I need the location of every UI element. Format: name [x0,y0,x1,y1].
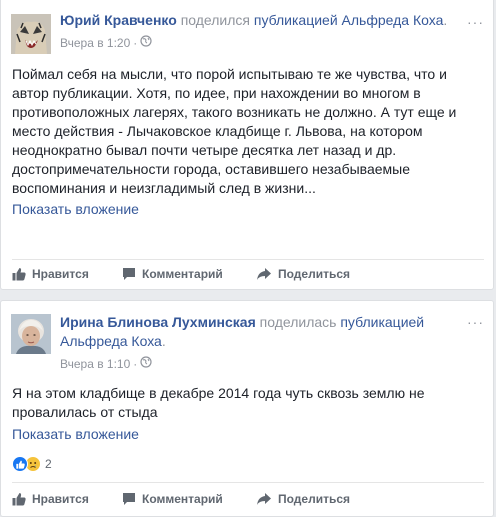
shared-post-link[interactable]: публикацией Альфреда Коха [254,12,444,28]
post-actions: Нравится Комментарий Поделиться [12,487,350,511]
post-meta: Вчера в 1:20 · [60,35,152,50]
post-header: Юрий Кравченко поделился публикацией Аль… [60,11,456,30]
share-button[interactable]: Поделиться [256,267,350,281]
like-button[interactable]: Нравится [12,492,122,506]
shared-link-line1: публикацией [340,314,425,330]
more-options-button[interactable]: ··· [467,314,484,330]
header-period: . [443,12,448,28]
comment-label: Комментарий [142,267,223,281]
like-label: Нравится [32,492,89,506]
comment-button[interactable]: Комментарий [122,492,256,506]
reaction-count: 2 [45,457,52,471]
share-action-text: поделился [180,12,250,28]
show-attachment-link[interactable]: Показать вложение [12,426,139,442]
thumbs-up-icon [12,267,26,281]
post-text: Поймал себя на мысли, что порой испытыва… [12,66,457,196]
post-text: Я на этом кладбище в декабре 2014 года ч… [12,385,425,420]
shared-link-line2: Альфреда Коха [60,333,162,349]
share-action-text: поделилась [259,314,337,330]
author-name[interactable]: Юрий Кравченко [60,12,177,28]
post-actions: Нравится Комментарий Поделиться [12,262,350,286]
meta-separator: · [133,35,138,50]
comment-button[interactable]: Комментарий [122,267,256,281]
share-label: Поделиться [278,267,351,281]
thumbs-up-icon [12,492,26,506]
comment-icon [122,492,136,506]
author-avatar[interactable] [11,314,51,354]
comment-icon [122,267,136,281]
actions-divider [12,482,484,483]
share-arrow-icon [256,267,272,281]
more-options-button[interactable]: ··· [467,14,484,30]
header-period: . [161,333,166,349]
post-header: Ирина Блинова Лухминская поделилась публ… [60,313,456,351]
comment-label: Комментарий [142,492,223,506]
share-button[interactable]: Поделиться [256,492,350,506]
author-avatar[interactable] [11,14,51,54]
actions-divider [12,259,484,260]
show-attachment-link[interactable]: Показать вложение [12,201,139,217]
author-name[interactable]: Ирина Блинова Лухминская [60,314,256,330]
globe-icon[interactable] [140,356,152,371]
globe-icon[interactable] [140,35,152,50]
post-meta: Вчера в 1:10 · [60,356,152,371]
share-arrow-icon [256,492,272,506]
meta-separator: · [133,356,138,371]
timestamp[interactable]: Вчера в 1:10 [60,357,130,371]
like-label: Нравится [32,267,89,281]
like-reaction-icon [12,456,28,472]
share-label: Поделиться [278,492,351,506]
like-button[interactable]: Нравится [12,267,122,281]
timestamp[interactable]: Вчера в 1:20 [60,36,130,50]
reactions-summary[interactable]: 2 [12,456,52,472]
